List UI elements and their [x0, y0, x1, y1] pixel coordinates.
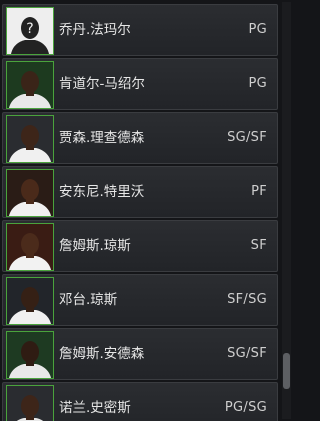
- player-name: 乔丹.法玛尔: [59, 22, 131, 38]
- player-name: 诺兰.史密斯: [59, 400, 131, 416]
- svg-text:?: ?: [26, 21, 33, 37]
- player-row[interactable]: 詹姆斯.琼斯 SF: [2, 220, 278, 272]
- player-position: PG/SG: [224, 400, 267, 415]
- player-row[interactable]: 肯道尔-马绍尔 PG: [2, 58, 278, 110]
- player-list-panel: ? 乔丹.法玛尔 PG 肯道尔-马绍尔 PG 贾森.理查德森 SG/SF 安东尼…: [0, 0, 294, 421]
- scrollbar-track[interactable]: [282, 2, 291, 419]
- player-name: 肯道尔-马绍尔: [59, 76, 145, 92]
- player-name: 邓台.琼斯: [59, 292, 118, 308]
- player-position: PG: [248, 76, 267, 91]
- player-name: 安东尼.特里沃: [59, 184, 145, 200]
- player-row[interactable]: ? 乔丹.法玛尔 PG: [2, 4, 278, 56]
- player-position: PF: [251, 184, 267, 199]
- scrollbar-thumb[interactable]: [283, 353, 290, 389]
- unknown-player-icon: ?: [6, 7, 54, 55]
- player-position: SG/SF: [227, 130, 267, 145]
- player-position: PG: [248, 22, 267, 37]
- player-photo-icon: [6, 385, 54, 421]
- player-photo-icon: [6, 331, 54, 379]
- player-row[interactable]: 詹姆斯.安德森 SG/SF: [2, 328, 278, 380]
- player-photo-icon: [6, 277, 54, 325]
- player-row[interactable]: 诺兰.史密斯 PG/SG: [2, 382, 278, 421]
- player-name: 詹姆斯.安德森: [59, 346, 145, 362]
- player-row[interactable]: 贾森.理查德森 SG/SF: [2, 112, 278, 164]
- player-row[interactable]: 安东尼.特里沃 PF: [2, 166, 278, 218]
- player-name: 詹姆斯.琼斯: [59, 238, 131, 254]
- player-position: SF/SG: [227, 292, 267, 307]
- player-name: 贾森.理查德森: [59, 130, 145, 146]
- player-photo-icon: [6, 115, 54, 163]
- player-photo-icon: [6, 61, 54, 109]
- player-photo-icon: [6, 169, 54, 217]
- player-photo-icon: [6, 223, 54, 271]
- player-position: SF: [250, 238, 267, 253]
- player-position: SG/SF: [227, 346, 267, 361]
- player-row[interactable]: 邓台.琼斯 SF/SG: [2, 274, 278, 326]
